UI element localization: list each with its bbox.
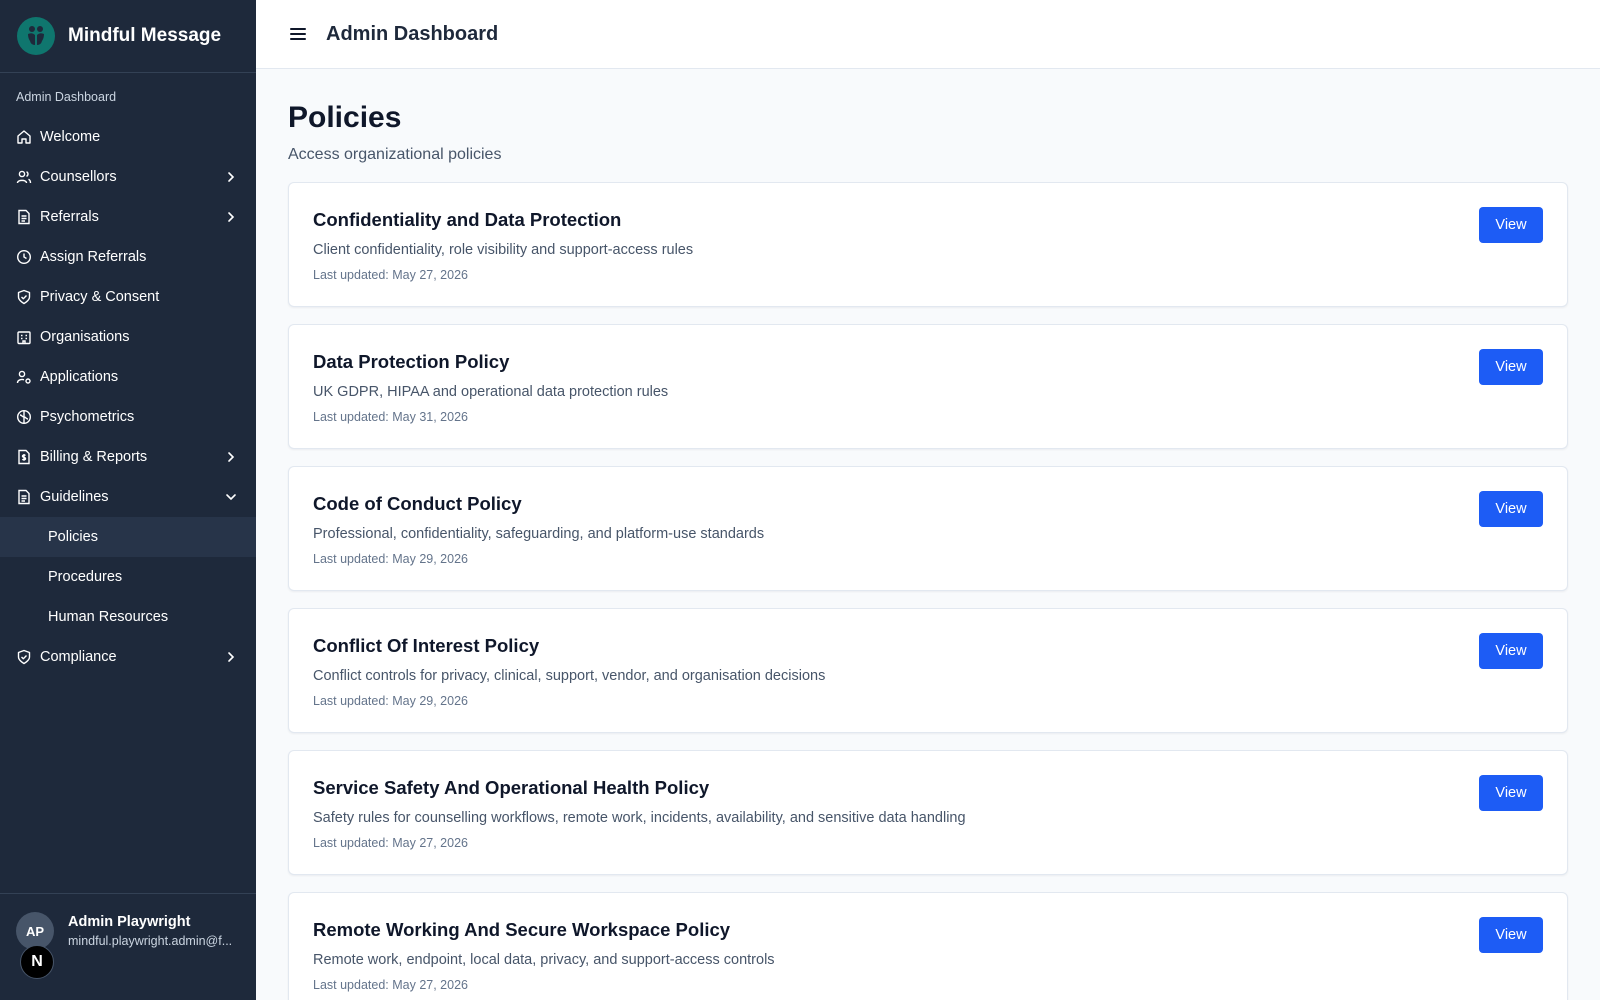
sidebar-item-label: Psychometrics	[40, 409, 135, 425]
sidebar-item-welcome[interactable]: Welcome	[0, 117, 256, 157]
view-button[interactable]: View	[1479, 491, 1543, 527]
policy-description: Professional, confidentiality, safeguard…	[313, 526, 765, 542]
sidebar-subitem-human-resources[interactable]: Human Resources	[0, 597, 256, 637]
policy-description: Remote work, endpoint, local data, priva…	[313, 952, 775, 968]
brain-icon	[16, 409, 32, 425]
dollar-document-icon	[16, 449, 32, 465]
sidebar-item-label: Applications	[40, 369, 119, 385]
sidebar-item-referrals[interactable]: Referrals	[0, 197, 256, 237]
policy-description: Safety rules for counselling workflows, …	[313, 810, 966, 826]
policy-list: Confidentiality and Data Protection Clie…	[288, 182, 1568, 1000]
sidebar-item-label: Compliance	[40, 649, 117, 665]
sidebar-item-billing-reports[interactable]: Billing & Reports	[0, 437, 256, 477]
user-profile[interactable]: AP Admin Playwright mindful.playwright.a…	[0, 893, 256, 1000]
sidebar-item-label: Organisations	[40, 329, 130, 345]
sidebar-item-guidelines[interactable]: Guidelines	[0, 477, 256, 517]
sidebar-item-psychometrics[interactable]: Psychometrics	[0, 397, 256, 437]
header-title: Admin Dashboard	[326, 22, 499, 45]
logo-icon	[17, 17, 55, 55]
policy-updated-date: Last updated: May 29, 2026	[313, 694, 468, 708]
sidebar-item-label: Counsellors	[40, 169, 117, 185]
view-button[interactable]: View	[1479, 775, 1543, 811]
view-button[interactable]: View	[1479, 207, 1543, 243]
sidebar-item-applications[interactable]: Applications	[0, 357, 256, 397]
sidebar-nav: Welcome Counsellors Referrals Assign Ref…	[0, 117, 256, 677]
policy-title: Conflict Of Interest Policy	[313, 635, 540, 656]
sidebar-item-label: Billing & Reports	[40, 449, 148, 465]
policy-updated-date: Last updated: May 29, 2026	[313, 552, 468, 566]
home-icon	[16, 129, 32, 145]
policy-description: UK GDPR, HIPAA and operational data prot…	[313, 384, 669, 400]
sidebar: Mindful Message Admin Dashboard Welcome …	[0, 0, 256, 1000]
sidebar-subitem-procedures[interactable]: Procedures	[0, 557, 256, 597]
policy-card: Remote Working And Secure Workspace Poli…	[288, 892, 1568, 1000]
document-icon	[16, 209, 32, 225]
chevron-right-icon	[224, 450, 238, 464]
policy-updated-date: Last updated: May 31, 2026	[313, 410, 468, 424]
page-title: Policies	[288, 101, 402, 134]
hamburger-menu-icon[interactable]	[288, 24, 308, 44]
policy-description: Conflict controls for privacy, clinical,…	[313, 668, 826, 684]
policy-card: Service Safety And Operational Health Po…	[288, 750, 1568, 875]
sidebar-item-label: Welcome	[40, 129, 101, 145]
chevron-right-icon	[224, 650, 238, 664]
sidebar-section-label: Admin Dashboard	[16, 90, 117, 104]
policy-title: Data Protection Policy	[313, 351, 510, 372]
view-button[interactable]: View	[1479, 917, 1543, 953]
sidebar-item-privacy-consent[interactable]: Privacy & Consent	[0, 277, 256, 317]
policy-updated-date: Last updated: May 27, 2026	[313, 978, 468, 992]
view-button[interactable]: View	[1479, 633, 1543, 669]
policy-title: Remote Working And Secure Workspace Poli…	[313, 919, 731, 940]
main-content: Policies Access organizational policies …	[288, 69, 1568, 1000]
top-bar: Admin Dashboard	[256, 0, 1600, 69]
chevron-right-icon	[224, 170, 238, 184]
brand[interactable]: Mindful Message	[0, 0, 256, 73]
sidebar-item-label: Privacy & Consent	[40, 289, 160, 305]
sidebar-item-compliance[interactable]: Compliance	[0, 637, 256, 677]
brand-name: Mindful Message	[68, 25, 222, 46]
sidebar-item-organisations[interactable]: Organisations	[0, 317, 256, 357]
policy-card: Conflict Of Interest Policy Conflict con…	[288, 608, 1568, 733]
chevron-right-icon	[224, 210, 238, 224]
policy-description: Client confidentiality, role visibility …	[313, 242, 694, 258]
clock-icon	[16, 249, 32, 265]
sidebar-item-assign-referrals[interactable]: Assign Referrals	[0, 237, 256, 277]
n-logo-badge[interactable]: N	[20, 945, 54, 979]
user-email: mindful.playwright.admin@f...	[68, 934, 233, 948]
users-icon	[16, 169, 32, 185]
policy-card: Data Protection Policy UK GDPR, HIPAA an…	[288, 324, 1568, 449]
sidebar-subitem-policies[interactable]: Policies	[0, 517, 256, 557]
shield-icon	[16, 289, 32, 305]
policy-title: Service Safety And Operational Health Po…	[313, 777, 710, 798]
page-subtitle: Access organizational policies	[288, 146, 502, 163]
policy-updated-date: Last updated: May 27, 2026	[313, 836, 468, 850]
view-button[interactable]: View	[1479, 349, 1543, 385]
user-cog-icon	[16, 369, 32, 385]
sidebar-item-counsellors[interactable]: Counsellors	[0, 157, 256, 197]
chevron-down-icon	[224, 490, 238, 504]
policy-card: Confidentiality and Data Protection Clie…	[288, 182, 1568, 307]
policy-title: Code of Conduct Policy	[313, 493, 522, 514]
shield-icon	[16, 649, 32, 665]
policy-title: Confidentiality and Data Protection	[313, 209, 622, 230]
policy-card: Code of Conduct Policy Professional, con…	[288, 466, 1568, 591]
user-name: Admin Playwright	[68, 914, 191, 930]
sidebar-item-label: Assign Referrals	[40, 249, 147, 265]
sidebar-item-label: Guidelines	[40, 489, 109, 505]
building-icon	[16, 329, 32, 345]
document-icon	[16, 489, 32, 505]
policy-updated-date: Last updated: May 27, 2026	[313, 268, 468, 282]
sidebar-item-label: Referrals	[40, 209, 99, 225]
